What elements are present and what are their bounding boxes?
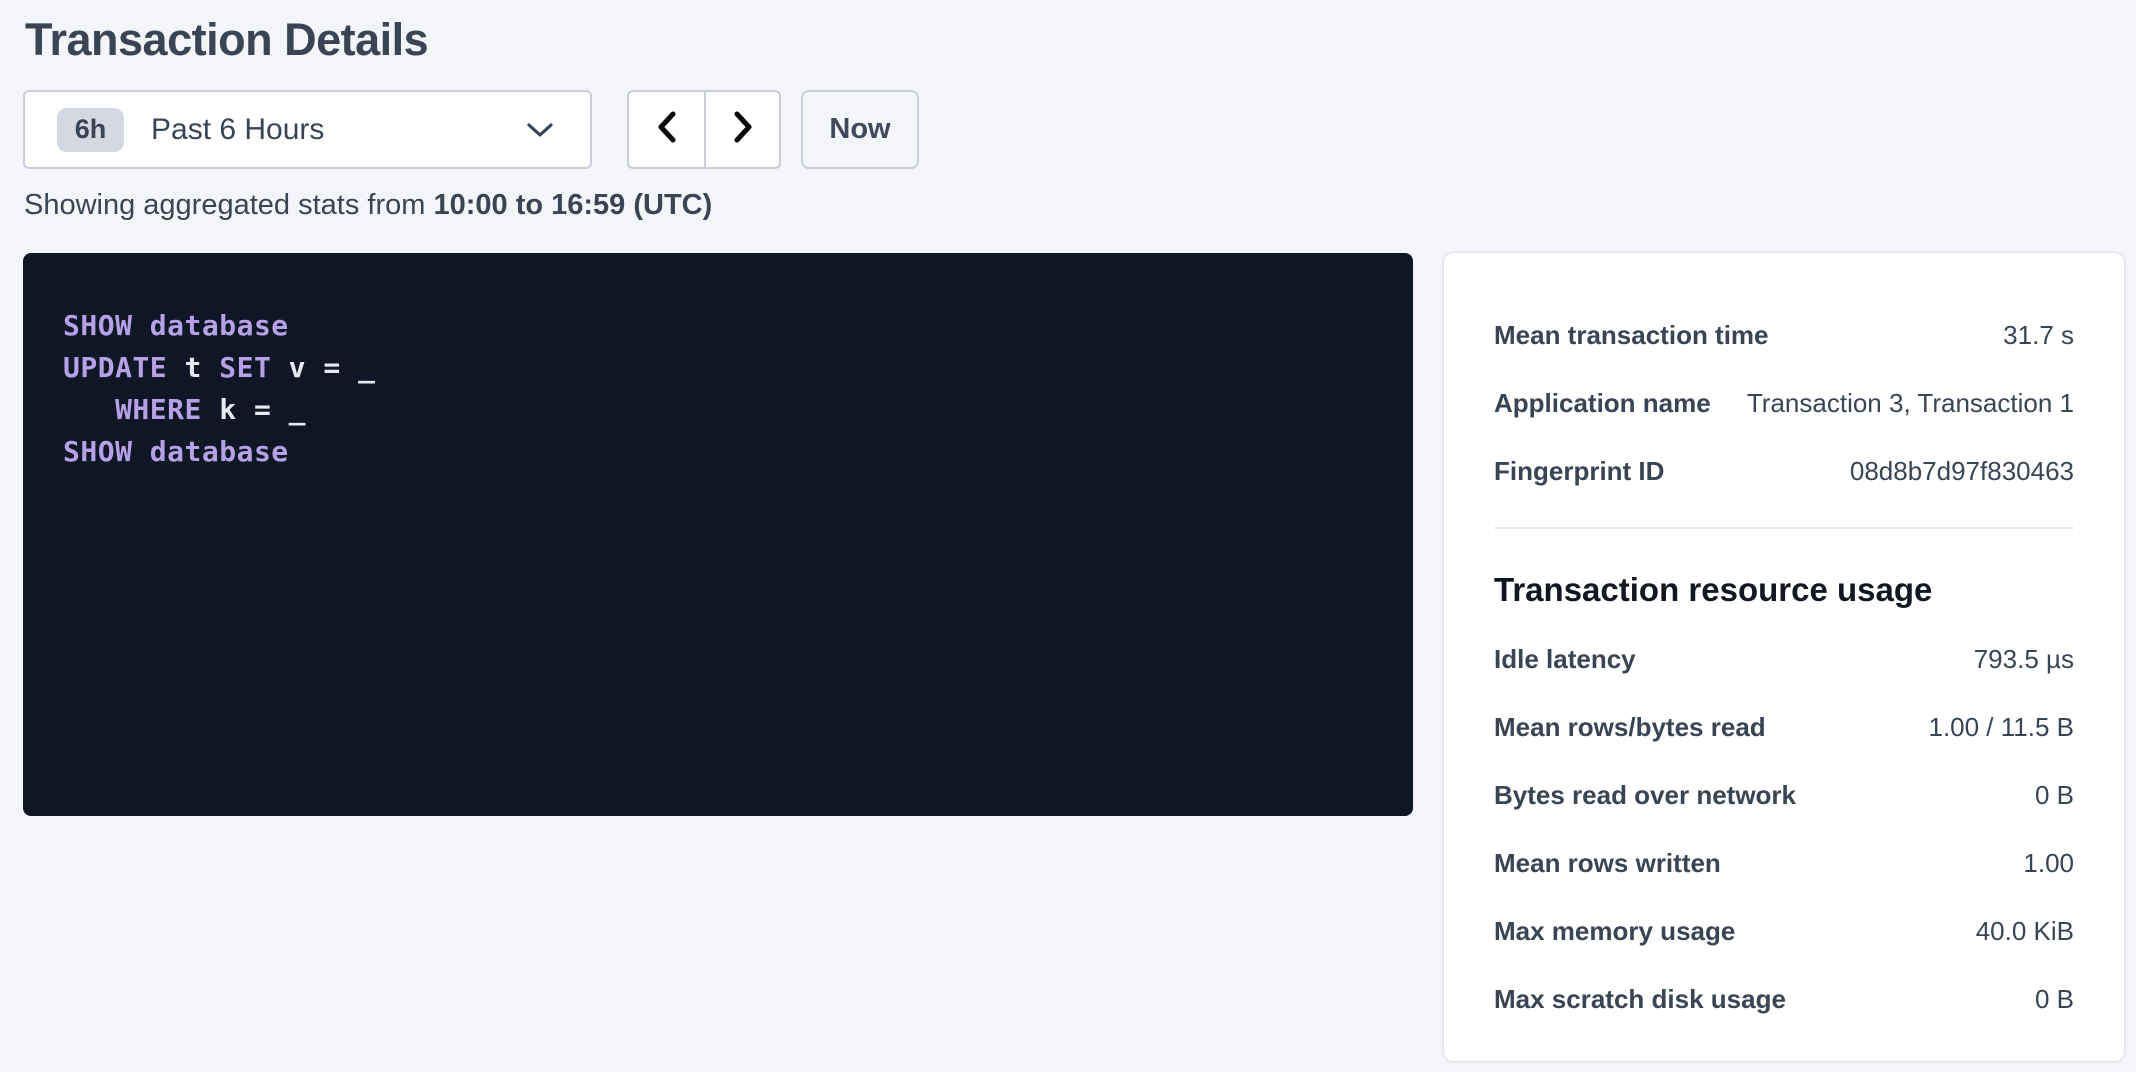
chevron-left-icon: [652, 108, 682, 151]
time-range-label: Past 6 Hours: [151, 113, 324, 147]
detail-value: 40.0 KiB: [1976, 916, 2074, 947]
detail-label: Idle latency: [1494, 644, 1636, 675]
detail-row: Max memory usage 40.0 KiB: [1494, 897, 2074, 965]
detail-value: 0 B: [2035, 780, 2074, 811]
detail-label: Bytes read over network: [1494, 780, 1796, 811]
detail-value: 1.00: [2023, 848, 2074, 879]
detail-value: 31.7 s: [2003, 320, 2074, 351]
sql-line: WHERE k = _: [63, 389, 1373, 431]
detail-label: Mean rows/bytes read: [1494, 712, 1766, 743]
detail-row: Mean transaction time 31.7 s: [1494, 301, 2074, 369]
detail-row: Max scratch disk usage 0 B: [1494, 965, 2074, 1033]
time-range-badge: 6h: [57, 108, 124, 152]
detail-label: Max memory usage: [1494, 916, 1735, 947]
resource-usage-heading: Transaction resource usage: [1494, 571, 2074, 609]
detail-value: 1.00 / 11.5 B: [1928, 712, 2074, 743]
sql-line: UPDATE t SET v = _: [63, 347, 1373, 389]
detail-label: Application name: [1494, 388, 1711, 419]
page-title: Transaction Details: [25, 14, 2136, 66]
sql-line: SHOW database: [63, 305, 1373, 347]
stats-caption-range: 10:00 to 16:59 (UTC): [433, 189, 712, 221]
detail-row: Bytes read over network 0 B: [1494, 761, 2074, 829]
stats-caption-prefix: Showing aggregated stats from: [24, 189, 433, 221]
detail-row: Mean rows written 1.00: [1494, 829, 2074, 897]
transaction-details-page: Transaction Details 6h Past 6 Hours: [0, 0, 2136, 1072]
detail-label: Mean transaction time: [1494, 320, 1769, 351]
sql-line: SHOW database: [63, 431, 1373, 473]
detail-row: Idle latency 793.5 µs: [1494, 625, 2074, 693]
sql-statement-box: SHOW databaseUPDATE t SET v = _ WHERE k …: [23, 253, 1413, 816]
card-divider: [1494, 527, 2074, 529]
time-step-buttons: [627, 90, 781, 169]
detail-row: Mean rows/bytes read 1.00 / 11.5 B: [1494, 693, 2074, 761]
prev-time-button[interactable]: [627, 90, 704, 169]
time-controls: 6h Past 6 Hours: [23, 90, 2136, 169]
main-content: SHOW databaseUPDATE t SET v = _ WHERE k …: [23, 253, 2136, 1061]
now-button[interactable]: Now: [801, 90, 919, 169]
stats-caption: Showing aggregated stats from 10:00 to 1…: [24, 189, 2136, 222]
detail-label: Mean rows written: [1494, 848, 1721, 879]
detail-row: Fingerprint ID 08d8b7d97f830463: [1494, 437, 2074, 505]
time-range-select[interactable]: 6h Past 6 Hours: [23, 90, 592, 169]
next-time-button[interactable]: [704, 90, 781, 169]
transaction-details-card: Mean transaction time 31.7 s Application…: [1444, 253, 2124, 1061]
sql-statements: SHOW databaseUPDATE t SET v = _ WHERE k …: [63, 305, 1373, 473]
chevron-down-icon: [526, 121, 554, 139]
detail-value: 0 B: [2035, 984, 2074, 1015]
detail-value: 793.5 µs: [1974, 644, 2074, 675]
detail-row: Application name Transaction 3, Transact…: [1494, 369, 2074, 437]
detail-label: Fingerprint ID: [1494, 456, 1664, 487]
detail-value: 08d8b7d97f830463: [1850, 456, 2074, 487]
detail-label: Max scratch disk usage: [1494, 984, 1786, 1015]
chevron-right-icon: [728, 108, 758, 151]
detail-value: Transaction 3, Transaction 1: [1747, 388, 2074, 419]
